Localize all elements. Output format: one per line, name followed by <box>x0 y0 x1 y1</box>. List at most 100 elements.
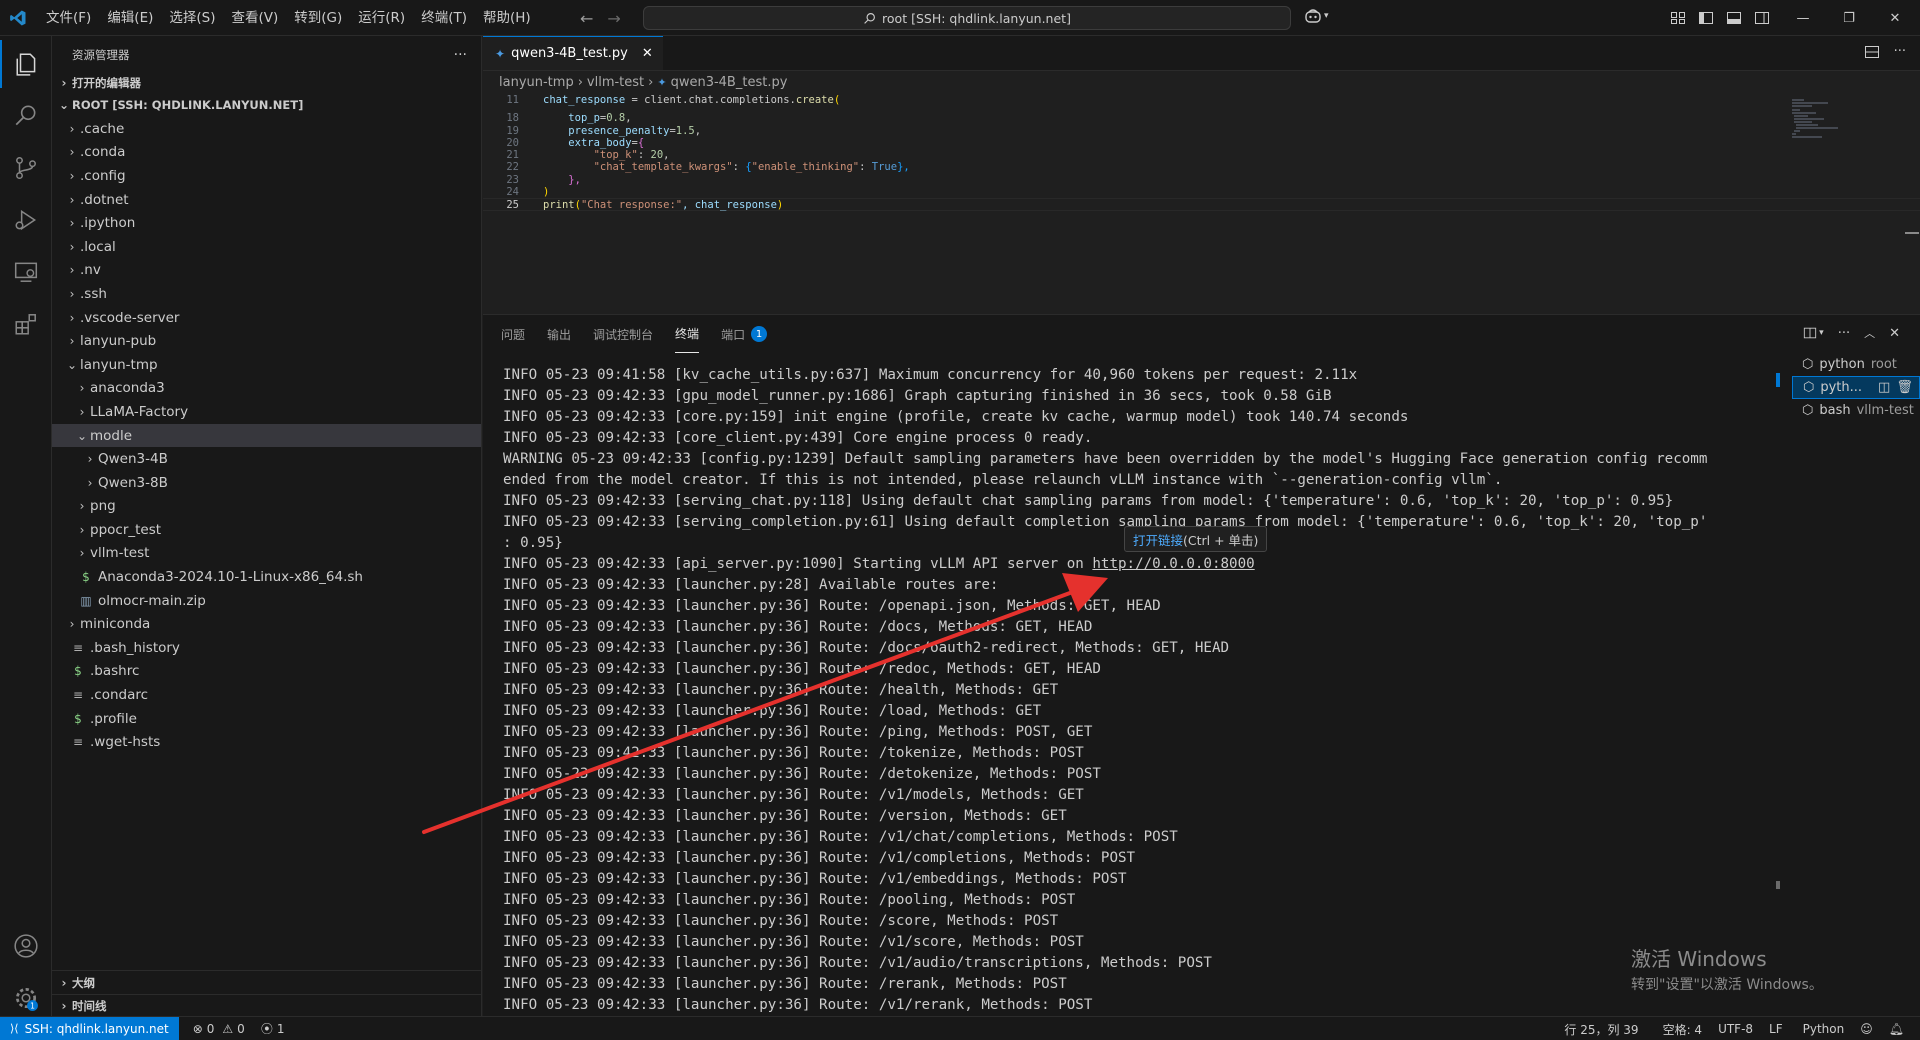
more-actions-icon[interactable]: ··· <box>1894 44 1906 60</box>
menu-selection[interactable]: 选择(S) <box>161 0 223 36</box>
close-tab-icon[interactable]: ✕ <box>642 46 653 61</box>
server-url-link[interactable]: http://0.0.0.0:8000 <box>1092 556 1254 572</box>
tree-folder[interactable]: › ppocr_test <box>52 518 481 542</box>
menu-edit[interactable]: 编辑(E) <box>99 0 161 36</box>
tree-file[interactable]: ≡ .wget-hsts <box>52 730 481 754</box>
remote-explorer-icon[interactable] <box>0 248 52 296</box>
copilot-menu[interactable]: ▾ <box>1304 8 1329 24</box>
tree-folder[interactable]: › Qwen3-4B <box>52 447 481 471</box>
tree-folder[interactable]: › .config <box>52 164 481 188</box>
tree-folder[interactable]: › LLaMA-Factory <box>52 400 481 424</box>
extensions-icon[interactable] <box>0 300 52 348</box>
restore-button[interactable]: ❐ <box>1826 0 1872 36</box>
breadcrumb-item[interactable]: qwen3-4B_test.py <box>671 75 788 90</box>
remote-indicator[interactable]: ⟩⟨ SSH: qhdlink.lanyun.net <box>0 1016 179 1040</box>
notifications-bell-icon[interactable]: 🔔︎ <box>1881 1022 1912 1036</box>
close-panel-icon[interactable]: ✕ <box>1889 326 1900 341</box>
code-editor[interactable]: 11 chat_response = client.chat.completion… <box>483 94 1920 211</box>
toggle-primary-sidebar-icon[interactable] <box>1698 10 1714 26</box>
menu-help[interactable]: 帮助(H) <box>475 0 539 36</box>
terminal-line: INFO 05-23 09:42:33 [launcher.py:36] Rou… <box>503 871 1127 887</box>
tree-file[interactable]: ▥ olmocr-main.zip <box>52 589 481 613</box>
more-actions-icon[interactable]: ··· <box>1838 326 1850 341</box>
menu-file[interactable]: 文件(F) <box>38 0 99 36</box>
section-open-editors[interactable]: › 打开的编辑器 <box>52 72 481 94</box>
tree-folder[interactable]: › .conda <box>52 141 481 165</box>
customize-layout-icon[interactable] <box>1670 10 1686 26</box>
minimize-button[interactable]: — <box>1780 0 1826 36</box>
open-link-label[interactable]: 打开链接 <box>1133 530 1183 549</box>
breadcrumb-item[interactable]: vllm-test <box>587 75 644 90</box>
tree-file[interactable]: $ .profile <box>52 707 481 731</box>
search-icon[interactable] <box>0 92 52 140</box>
terminal-cube-icon: ⬡ <box>1803 380 1815 395</box>
section-root[interactable]: ⌄ ROOT [SSH: QHDLINK.LANYUN.NET] <box>52 94 481 116</box>
editor-tab-bar: ✦ qwen3-4B_test.py ✕ ··· <box>483 36 1920 71</box>
tree-folder[interactable]: › .local <box>52 235 481 259</box>
tree-folder[interactable]: › .cache <box>52 117 481 141</box>
breadcrumb-item[interactable]: lanyun-tmp <box>499 75 574 90</box>
more-actions-icon[interactable]: ··· <box>454 47 467 63</box>
tab-debug-console[interactable]: 调试控制台 <box>593 315 653 353</box>
source-control-icon[interactable] <box>0 144 52 192</box>
tree-folder[interactable]: › .dotnet <box>52 188 481 212</box>
close-window-button[interactable]: ✕ <box>1872 0 1918 36</box>
menu-terminal[interactable]: 终端(T) <box>413 0 475 36</box>
tree-folder[interactable]: › Qwen3-8B <box>52 471 481 495</box>
tree-folder-expanded[interactable]: ⌄ lanyun-tmp <box>52 353 481 377</box>
cursor-position[interactable]: 行 25，列 39 <box>1556 1021 1646 1038</box>
accounts-icon[interactable] <box>0 922 52 970</box>
tree-folder[interactable]: › png <box>52 495 481 519</box>
tree-file[interactable]: $ .bashrc <box>52 660 481 684</box>
back-arrow-icon[interactable]: ← <box>580 9 593 28</box>
tree-folder[interactable]: › lanyun-pub <box>52 329 481 353</box>
explorer-icon[interactable] <box>0 40 52 88</box>
tab-terminal[interactable]: 终端 <box>675 315 700 353</box>
tree-folder[interactable]: › miniconda <box>52 612 481 636</box>
tab-problems[interactable]: 问题 <box>501 315 525 353</box>
trash-icon[interactable]: 🗑 <box>1896 380 1913 395</box>
menu-view[interactable]: 查看(V) <box>224 0 287 36</box>
tree-folder[interactable]: › anaconda3 <box>52 377 481 401</box>
command-center-search[interactable]: root [SSH: qhdlink.lanyun.net] <box>643 6 1291 30</box>
tab-output[interactable]: 输出 <box>547 315 571 353</box>
tree-file[interactable]: ≡ .condarc <box>52 683 481 707</box>
tree-folder[interactable]: › .nv <box>52 259 481 283</box>
terminal-item-bash[interactable]: ⬡ bash vllm-test <box>1792 399 1920 422</box>
toggle-secondary-sidebar-icon[interactable] <box>1754 10 1770 26</box>
manage-gear-icon[interactable]: 1 <box>0 974 52 1022</box>
forward-arrow-icon[interactable]: → <box>607 9 620 28</box>
menu-go[interactable]: 转到(G) <box>286 0 350 36</box>
split-editor-icon[interactable] <box>1864 44 1880 60</box>
language-mode[interactable]: Python <box>1795 1022 1853 1036</box>
encoding[interactable]: UTF-8 <box>1710 1022 1761 1036</box>
tree-folder[interactable]: › .ipython <box>52 211 481 235</box>
section-outline[interactable]: › 大纲 <box>52 971 482 994</box>
minimap[interactable] <box>1790 96 1850 156</box>
tab-ports[interactable]: 端口 1 <box>721 315 768 353</box>
tree-folder[interactable]: › .vscode-server <box>52 306 481 330</box>
terminal-item-python-root[interactable]: ⬡ python root <box>1792 353 1920 376</box>
tree-folder[interactable]: › vllm-test <box>52 542 481 566</box>
copilot-status-icon[interactable]: ☺ <box>1852 1022 1881 1036</box>
editor-tab[interactable]: ✦ qwen3-4B_test.py ✕ <box>483 36 663 70</box>
ports-status[interactable]: ⦿ 1 <box>253 1020 293 1037</box>
terminal-scrollbar-thumb[interactable] <box>1776 881 1780 889</box>
split-terminal-icon[interactable]: ◫ <box>1878 380 1890 395</box>
tree-file[interactable]: $ Anaconda3-2024.10-1-Linux-x86_64.sh <box>52 565 481 589</box>
terminal-item-python-active[interactable]: ⬡ pyth... ◫ 🗑 <box>1792 376 1920 399</box>
run-debug-icon[interactable] <box>0 196 52 244</box>
tree-folder-expanded-selected[interactable]: ⌄ modle <box>52 423 481 448</box>
menu-run[interactable]: 运行(R) <box>350 0 413 36</box>
section-timeline[interactable]: › 时间线 <box>52 994 482 1017</box>
maximize-panel-icon[interactable]: ︿ <box>1864 325 1875 341</box>
split-terminal-icon[interactable]: ▾ <box>1803 326 1824 340</box>
tree-label: miniconda <box>80 616 151 633</box>
problems-status[interactable]: ⊗ 0 ⚠ 0 <box>185 1022 253 1036</box>
indentation[interactable]: 空格: 4 <box>1655 1021 1711 1038</box>
tree-file[interactable]: ≡ .bash_history <box>52 636 481 660</box>
tree-folder[interactable]: › .ssh <box>52 282 481 306</box>
terminal-output[interactable]: INFO 05-23 09:41:58 [kv_cache_utils.py:6… <box>503 365 1793 1017</box>
toggle-panel-icon[interactable] <box>1726 10 1742 26</box>
end-of-line[interactable]: LF <box>1761 1022 1791 1036</box>
